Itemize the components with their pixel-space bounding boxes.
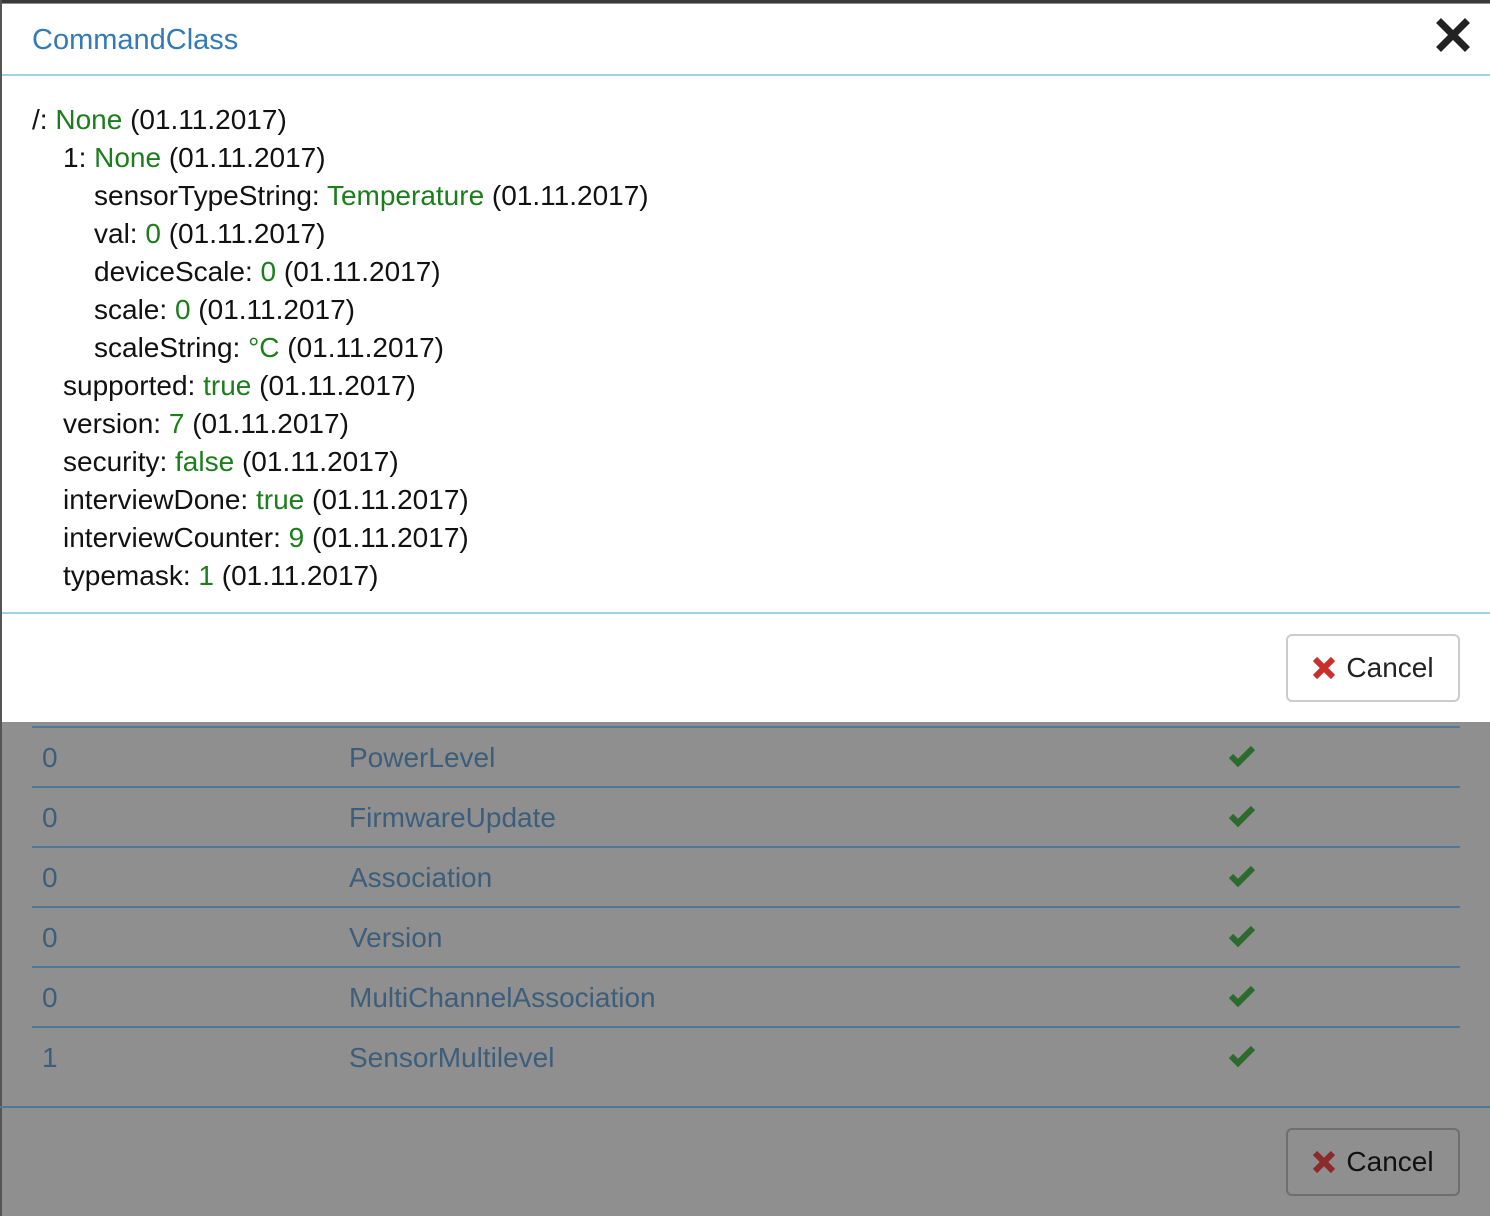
tree-key: scale:: [94, 294, 168, 325]
tree-value: true: [203, 370, 252, 401]
tree-key: interviewDone:: [63, 484, 249, 515]
tree-node: typemask: 1 (01.11.2017): [63, 560, 378, 592]
tree-value: Temperature: [326, 180, 485, 211]
tree-value: None: [55, 104, 123, 135]
x-icon: [1313, 656, 1336, 680]
tree-date: (01.11.2017): [221, 560, 379, 591]
table-row: 0 FirmwareUpdate: [32, 786, 1460, 846]
check-icon: [1228, 1045, 1256, 1068]
tree-value: 0: [145, 218, 161, 249]
x-icon: [1313, 1150, 1336, 1174]
tree-node: supported: true (01.11.2017): [63, 370, 416, 402]
tree-node: interviewCounter: 9 (01.11.2017): [63, 522, 469, 554]
tree-key: /:: [32, 104, 48, 135]
tree-node: security: false (01.11.2017): [63, 446, 399, 478]
tree-date: (01.11.2017): [312, 484, 469, 515]
tree-key: sensorTypeString:: [94, 180, 320, 211]
tree-node: val: 0 (01.11.2017): [94, 218, 325, 250]
tree-value: 0: [260, 256, 277, 287]
tree-node: version: 7 (01.11.2017): [63, 408, 349, 440]
tree-node: deviceScale: 0 (01.11.2017): [94, 256, 441, 288]
cancel-button[interactable]: Cancel: [1286, 634, 1460, 702]
check-icon: [1228, 865, 1256, 888]
tree-date: (01.11.2017): [259, 370, 416, 401]
check-icon: [1228, 925, 1256, 948]
tree-key: security:: [63, 446, 168, 477]
row-command-class-link: MultiChannelAssociation: [349, 982, 656, 1013]
tree-date: (01.11.2017): [130, 104, 287, 135]
tree-value: 1: [198, 560, 214, 591]
row-id: 0: [42, 742, 58, 773]
row-id: 0: [42, 982, 58, 1013]
tree-date: (01.11.2017): [241, 446, 399, 477]
row-id: 0: [42, 862, 58, 893]
row-command-class-link: Version: [349, 922, 443, 953]
tree-key: 1:: [63, 142, 87, 173]
tree-date: (01.11.2017): [192, 408, 349, 439]
check-icon: [1228, 985, 1256, 1008]
row-command-class-link: Association: [349, 862, 493, 893]
modal-title: CommandClass: [32, 24, 239, 56]
tree-key: version:: [63, 408, 162, 439]
tree-date: (01.11.2017): [312, 522, 469, 553]
tree-value: true: [255, 484, 305, 515]
tree-date: (01.11.2017): [198, 294, 356, 325]
row-id: 0: [42, 802, 58, 833]
tree-key: interviewCounter:: [63, 522, 281, 553]
cancel-button-label: Cancel: [1346, 652, 1434, 683]
background-footer-divider: [0, 1106, 1490, 1108]
tree-value: 0: [174, 294, 191, 325]
tree-value: 7: [168, 408, 185, 439]
row-command-class-link: SensorMultilevel: [349, 1042, 555, 1073]
tree-node: scale: 0 (01.11.2017): [94, 294, 355, 326]
tree-node: scaleString: °C (01.11.2017): [94, 332, 444, 364]
row-id: 0: [42, 922, 58, 953]
modal-header: CommandClass: [2, 4, 1490, 76]
row-id: 1: [42, 1042, 58, 1073]
tree-node: sensorTypeString: Temperature (01.11.201…: [94, 180, 649, 212]
table-row: 0 PowerLevel: [32, 726, 1460, 786]
tree-value: false: [175, 446, 235, 477]
tree-date: (01.11.2017): [283, 256, 441, 287]
tree-node: 1: None (01.11.2017): [63, 142, 326, 174]
check-icon: [1228, 745, 1256, 768]
tree-node: interviewDone: true (01.11.2017): [63, 484, 469, 516]
modal-footer-divider: [2, 612, 1490, 614]
modal-body: /: None (01.11.2017) 1: None (01.11.2017…: [2, 78, 1490, 612]
table-row: 1 SensorMultilevel: [32, 1026, 1460, 1086]
tree-node: /: None (01.11.2017): [32, 104, 287, 136]
tree-key: val:: [94, 218, 138, 249]
tree-value: None: [94, 142, 162, 173]
tree-key: scaleString:: [94, 332, 241, 363]
command-class-table: 0 PowerLevel 0 FirmwareUpdate 0 Associat…: [32, 726, 1460, 1086]
tree-date: (01.11.2017): [168, 218, 326, 249]
tree-date: (01.11.2017): [287, 332, 444, 363]
background-top-border: [0, 0, 1490, 3]
table-row: 0 Version: [32, 906, 1460, 966]
tree-key: supported:: [63, 370, 196, 401]
tree-value: °C: [248, 332, 280, 363]
background-cancel-button: Cancel: [1286, 1128, 1460, 1196]
tree-key: typemask:: [63, 560, 191, 591]
close-icon[interactable]: [1436, 18, 1470, 52]
row-command-class-link: FirmwareUpdate: [349, 802, 556, 833]
table-row: 0 MultiChannelAssociation: [32, 966, 1460, 1026]
tree-date: (01.11.2017): [491, 180, 649, 211]
tree-date: (01.11.2017): [168, 142, 326, 173]
tree-value: 9: [288, 522, 305, 553]
tree-key: deviceScale:: [94, 256, 253, 287]
background-cancel-label: Cancel: [1346, 1146, 1434, 1177]
row-command-class-link: PowerLevel: [349, 742, 496, 773]
table-row: 0 Association: [32, 846, 1460, 906]
check-icon: [1228, 805, 1256, 828]
command-class-modal: CommandClass /: None (01.11.2017) 1: Non…: [2, 4, 1490, 722]
